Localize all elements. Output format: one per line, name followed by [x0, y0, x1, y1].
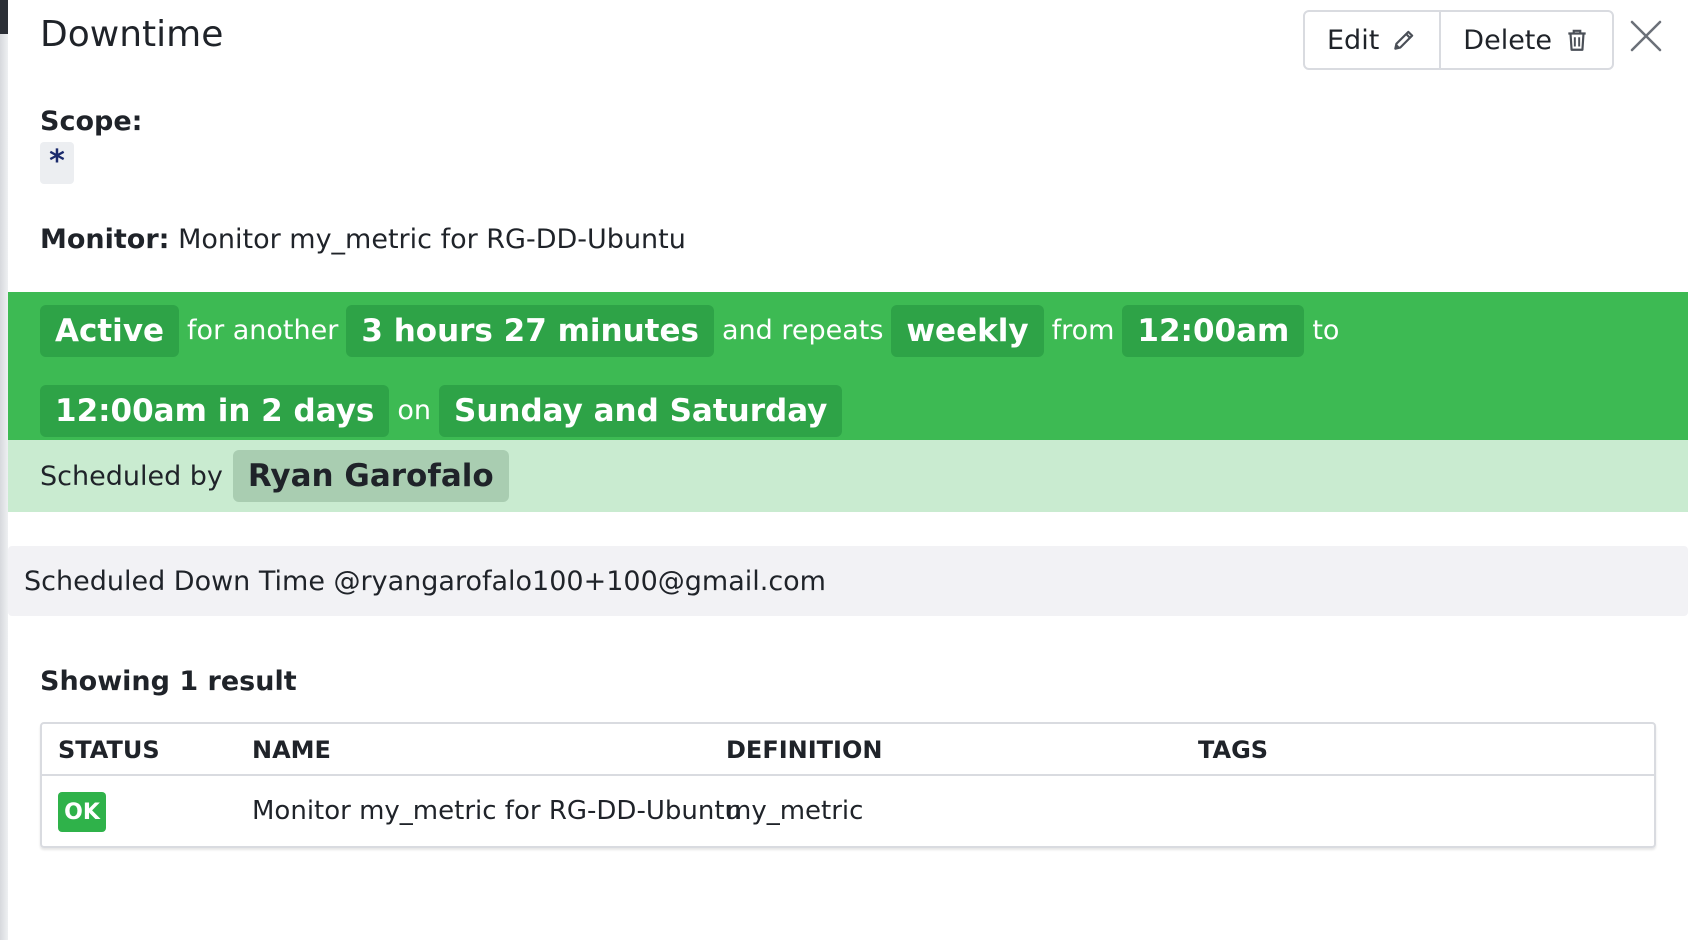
action-button-group: Edit Delete [1303, 10, 1615, 70]
pencil-icon [1394, 30, 1414, 50]
column-header-definition[interactable]: DEFINITION [726, 736, 882, 764]
to-text: to [1312, 315, 1340, 347]
monitor-line: Monitor: Monitor my_metric for RG-DD-Ubu… [40, 224, 686, 255]
close-icon[interactable] [1626, 16, 1666, 56]
column-header-name[interactable]: NAME [252, 736, 331, 764]
status-badge: OK [58, 792, 106, 832]
definition-cell: my_metric [726, 796, 864, 826]
status-active-chip: Active [40, 305, 180, 358]
scope-value: * [40, 142, 74, 184]
remaining-time-chip: 3 hours 27 minutes [346, 305, 714, 358]
monitors-table: STATUS NAME DEFINITION TAGS OK Monitor m… [40, 722, 1656, 848]
column-header-status[interactable]: STATUS [58, 736, 160, 764]
end-time-chip: 12:00am in 2 days [40, 384, 390, 437]
downtime-panel: Downtime Edit Delete Scope: * Monitor: M… [8, 0, 1688, 940]
left-edge [0, 0, 8, 940]
column-header-tags[interactable]: TAGS [1198, 736, 1268, 764]
for-another-text: for another [187, 315, 339, 347]
schedule-summary-band: Active for another 3 hours 27 minutes an… [8, 292, 1688, 440]
downtime-message: Scheduled Down Time @ryangarofalo100+100… [8, 546, 1688, 616]
table-row[interactable]: OK Monitor my_metric for RG-DD-Ubuntu my… [42, 776, 1654, 846]
monitor-name: Monitor my_metric for RG-DD-Ubuntu [178, 224, 686, 255]
delete-button[interactable]: Delete [1439, 12, 1612, 68]
scheduled-by-band: Scheduled by Ryan Garofalo [8, 440, 1688, 512]
edit-label: Edit [1327, 24, 1380, 56]
days-chip: Sunday and Saturday [439, 384, 843, 437]
scheduled-by-label: Scheduled by [40, 460, 223, 492]
left-edge-dark [0, 0, 8, 34]
start-time-chip: 12:00am [1122, 305, 1305, 358]
table-header: STATUS NAME DEFINITION TAGS [42, 724, 1654, 776]
results-summary: Showing 1 result [40, 666, 297, 697]
trash-icon [1568, 29, 1586, 51]
delete-label: Delete [1463, 24, 1553, 56]
edit-button[interactable]: Edit [1305, 12, 1439, 68]
page-title: Downtime [40, 14, 224, 55]
repeats-text: and repeats [721, 315, 884, 347]
scope-label: Scope: [40, 106, 143, 137]
on-text: on [397, 394, 431, 426]
from-text: from [1051, 315, 1115, 347]
monitor-label: Monitor: [40, 224, 170, 255]
scheduled-by-name: Ryan Garofalo [232, 450, 509, 502]
frequency-chip: weekly [891, 305, 1044, 358]
monitor-name-cell[interactable]: Monitor my_metric for RG-DD-Ubuntu [252, 796, 741, 826]
